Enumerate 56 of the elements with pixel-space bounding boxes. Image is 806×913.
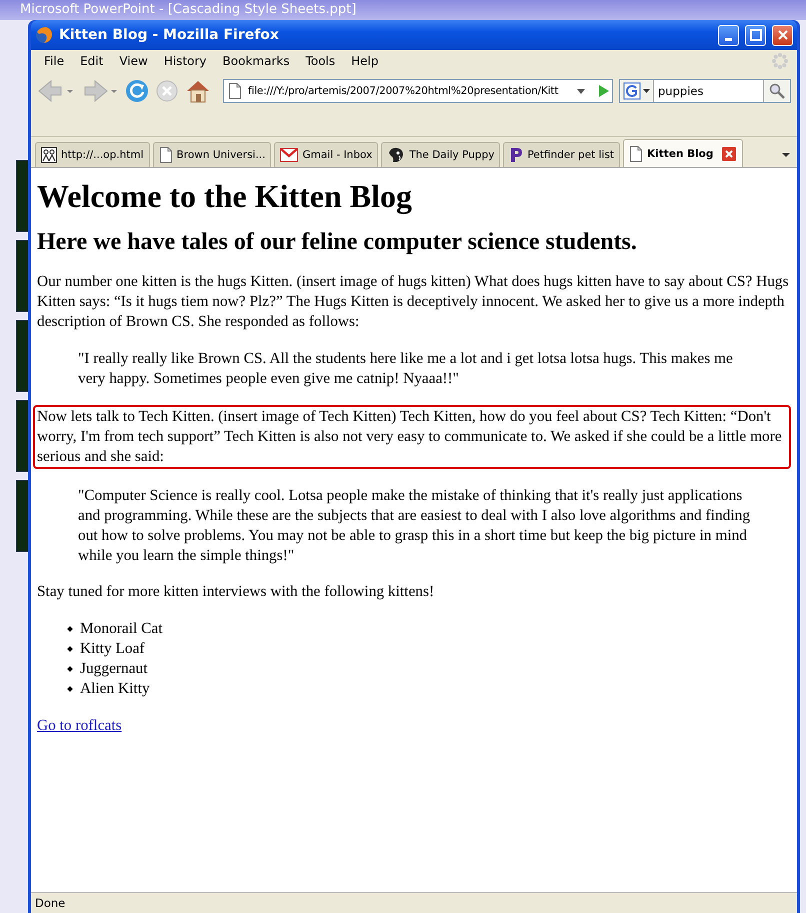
maximize-icon [750, 29, 762, 41]
caret-icon [782, 152, 790, 158]
list-item: Monorail Cat [80, 619, 162, 639]
globe-icon [35, 26, 53, 44]
browser-tab[interactable]: Gmail - Inbox [274, 142, 378, 167]
browser-tab[interactable]: The Daily Puppy [381, 142, 500, 167]
caret-icon[interactable] [643, 87, 650, 95]
search-field[interactable]: puppies [619, 79, 791, 103]
quote-text: "Computer Science is really cool. Lotsa people make the mistake of thinking that it's really just applications and programming. While these are the subjects that are easiest to deal with I also love algorithms and finding out how to solve problems. You may not be able to grasp this in a short time but keep the big picture in mind while you learn the simple things!" [78, 486, 752, 566]
menu-item[interactable]: File [37, 54, 72, 68]
menu-item[interactable]: Tools [298, 54, 342, 68]
tab-close-button[interactable] [721, 146, 738, 162]
close-button[interactable] [772, 24, 793, 46]
envelope-icon [280, 148, 298, 162]
list-item: Juggernaut [80, 659, 148, 679]
quote-text: "I really really like Brown CS. All the students here like me a lot and i get lotsa lotsa hugs. This makes me very happy. Sometimes people even give me catnip! Nyaaa!!" [78, 349, 734, 389]
highlighted-paragraph: Now lets talk to Tech Kitten. (insert image of Tech Kitten) Tech Kitten, how do you feel about CS? Tech Kitten: “Don't worry, I'm from tech support” Tech Kitten is also not very easy to communicate to. We asked if she could be a little more serious and she said: [33, 405, 791, 469]
petfinder-icon [509, 147, 524, 163]
home-button[interactable] [185, 79, 211, 103]
close-icon [776, 29, 788, 41]
search-engine-icon[interactable] [623, 82, 641, 100]
minimize-button[interactable] [718, 24, 739, 46]
page-icon [228, 83, 242, 99]
throbber-icon [771, 52, 789, 70]
bullet-icon [67, 626, 73, 632]
page-subheading: Here we have tales of our feline computer science students. [37, 229, 638, 256]
browser-tab[interactable]: Brown Universi... [152, 142, 272, 167]
minimize-icon [725, 38, 732, 40]
people-icon [41, 147, 57, 163]
address-field[interactable]: file:///Y:/pro/artemis/2007/2007%20html%20presentation/Kitt [223, 79, 613, 103]
bullet-icon [67, 666, 73, 672]
browser-tab[interactable]: Petfinder pet list [503, 142, 620, 167]
reload-button[interactable] [125, 79, 149, 103]
page-icon [158, 147, 173, 163]
menu-item[interactable]: Bookmarks [216, 54, 297, 68]
link[interactable]: Go to roflcats [37, 717, 122, 734]
bullet-icon [67, 646, 73, 652]
browser-tab[interactable]: http://...op.html [35, 142, 150, 167]
list-item: Alien Kitty [80, 679, 150, 699]
maximize-button[interactable] [745, 24, 766, 46]
menu-item[interactable]: History [156, 54, 214, 68]
menu-item[interactable]: View [112, 54, 155, 68]
page-heading: Welcome to the Kitten Blog [37, 178, 414, 215]
search-icon[interactable] [769, 83, 785, 99]
browser-tab[interactable]: Kitten Blog [623, 139, 744, 167]
app-title: Microsoft PowerPoint - [Cascading Style Sheets.ppt] [0, 0, 806, 20]
page-icon [629, 146, 644, 162]
list-item: Kitty Loaf [80, 639, 145, 659]
menu-item[interactable]: Help [344, 54, 386, 68]
status-text: Done [35, 896, 66, 910]
paragraph: Our number one kitten is the hugs Kitten. (insert image of hugs kitten) What does hugs kitten have to say about CS? Hugs Kitten says: “Is it hugs tiem now? Plz?” The Hugs Kitten is deceptively innocent. We asked her to give us a more indepth description of Brown CS. She responded as follows: [37, 272, 789, 332]
paragraph: Stay tuned for more kitten interviews with the following kittens! [37, 582, 436, 602]
bullet-icon [67, 686, 73, 692]
window-title: Kitten Blog - Mozilla Firefox [59, 27, 280, 43]
menu-item[interactable]: Edit [73, 54, 110, 68]
close-icon [725, 150, 734, 158]
